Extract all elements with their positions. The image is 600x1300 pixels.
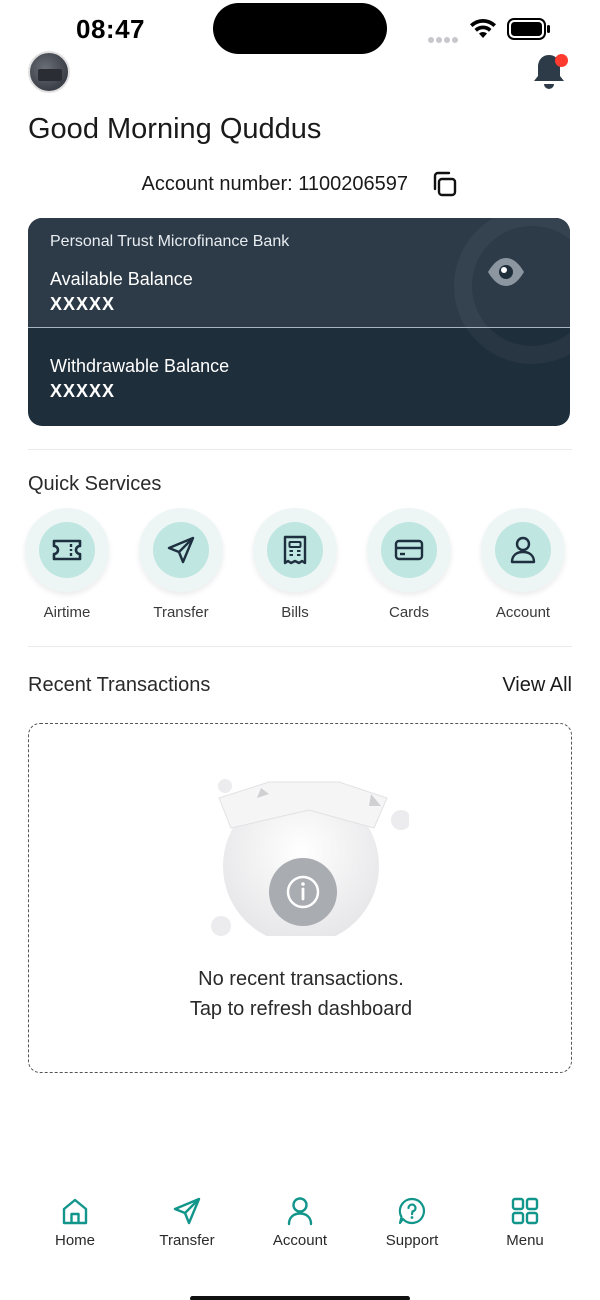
- home-icon: [62, 1198, 88, 1225]
- account-number-row: Account number: 1100206597: [0, 170, 600, 198]
- nav-menu[interactable]: Menu: [475, 1196, 575, 1249]
- battery-icon: [507, 18, 550, 40]
- refresh-hint: Tap to refresh dashboard: [189, 998, 413, 1020]
- empty-box-illustration: [211, 779, 409, 936]
- copy-icon[interactable]: [430, 170, 458, 198]
- balance-divider: [28, 327, 570, 328]
- dynamic-island: [213, 3, 387, 54]
- user-icon: [495, 522, 551, 578]
- service-airtime-ring: [25, 508, 109, 592]
- nav-label: Account: [272, 1232, 328, 1249]
- divider: [28, 646, 572, 647]
- send-icon: [173, 1197, 201, 1225]
- withdrawable-balance-label: Withdrawable Balance: [50, 356, 230, 376]
- wifi-icon: [470, 18, 496, 38]
- service-label: Cards: [388, 604, 429, 621]
- receipt-icon: [267, 522, 323, 578]
- status-time: 08:47: [76, 14, 145, 44]
- cellular-signal-icon: [428, 30, 460, 43]
- service-account-ring: [481, 508, 565, 592]
- help-chat-icon: [398, 1197, 426, 1225]
- bank-name: Personal Trust Microfinance Bank: [50, 233, 290, 250]
- available-balance-value: XXXXX: [50, 294, 116, 314]
- empty-state-message: No recent transactions.: [198, 968, 404, 990]
- service-bills[interactable]: Bills: [250, 508, 340, 621]
- nav-label: Home: [54, 1232, 95, 1249]
- service-label: Airtime: [43, 604, 91, 621]
- nav-label: Transfer: [159, 1232, 215, 1249]
- status-bar: 08:47: [0, 0, 600, 56]
- quick-services-title: Quick Services: [28, 473, 162, 495]
- withdrawable-balance-value: XXXXX: [50, 381, 116, 401]
- user-icon: [287, 1197, 313, 1226]
- divider: [28, 449, 572, 450]
- grid-icon: [511, 1197, 539, 1225]
- service-bills-ring: [253, 508, 337, 592]
- account-number-text: Account number: 1100206597: [141, 172, 409, 195]
- nav-home[interactable]: Home: [25, 1196, 125, 1249]
- transactions-empty-state[interactable]: No recent transactions. Tap to refresh d…: [28, 723, 572, 1073]
- home-indicator: [190, 1296, 410, 1300]
- service-airtime[interactable]: Airtime: [22, 508, 112, 621]
- balance-card: Personal Trust Microfinance Bank Availab…: [28, 218, 570, 426]
- greeting-title: Good Morning Quddus: [28, 113, 322, 145]
- service-cards-ring: [367, 508, 451, 592]
- quick-services-list: Airtime Transfer Bills Cards Account: [24, 508, 576, 628]
- ticket-icon: [39, 522, 95, 578]
- service-account[interactable]: Account: [478, 508, 568, 621]
- service-transfer-ring: [139, 508, 223, 592]
- service-transfer[interactable]: Transfer: [136, 508, 226, 621]
- eye-icon[interactable]: [486, 254, 526, 290]
- nav-label: Menu: [506, 1232, 544, 1249]
- nav-transfer[interactable]: Transfer: [137, 1196, 237, 1249]
- service-label: Bills: [281, 604, 309, 621]
- service-cards[interactable]: Cards: [364, 508, 454, 621]
- notification-badge: [555, 54, 568, 67]
- send-icon: [153, 522, 209, 578]
- notifications-button[interactable]: [530, 52, 572, 94]
- nav-label: Support: [385, 1232, 439, 1249]
- view-all-link[interactable]: View All: [502, 674, 572, 697]
- avatar[interactable]: [28, 51, 70, 93]
- nav-account[interactable]: Account: [250, 1196, 350, 1249]
- service-label: Transfer: [153, 604, 209, 621]
- recent-transactions-title: Recent Transactions: [28, 674, 211, 696]
- service-label: Account: [495, 604, 551, 621]
- card-icon: [381, 522, 437, 578]
- bottom-navigation: Home Transfer Account Support Menu: [0, 1196, 600, 1276]
- nav-support[interactable]: Support: [362, 1196, 462, 1249]
- available-balance-label: Available Balance: [50, 269, 193, 289]
